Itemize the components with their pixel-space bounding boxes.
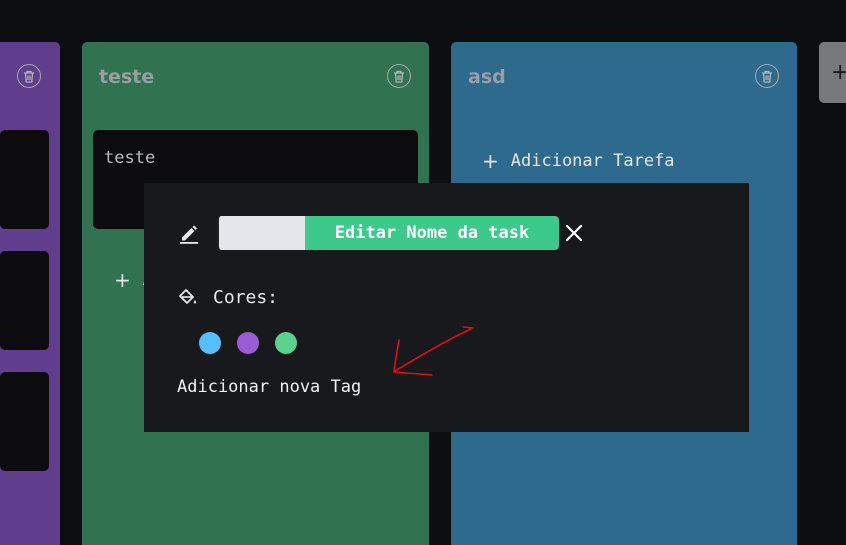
task-card[interactable] (0, 372, 49, 471)
paint-bucket-icon (179, 288, 197, 304)
color-swatch-purple[interactable] (237, 332, 259, 354)
plus-icon: + (114, 268, 131, 292)
close-icon (565, 224, 583, 242)
delete-column-button[interactable] (755, 64, 779, 88)
plus-icon: + (482, 149, 499, 173)
add-tag-link[interactable]: Adicionar nova Tag (177, 377, 361, 397)
color-swatch-green[interactable] (275, 332, 297, 354)
column-title: teste (99, 66, 155, 88)
kanban-board: teste teste + A asd + Adicionar Tarefa + (0, 0, 846, 545)
trash-icon (24, 70, 34, 83)
delete-column-button[interactable] (387, 64, 411, 88)
add-task-button[interactable]: + Adicionar Tarefa (482, 149, 675, 173)
task-card[interactable] (0, 251, 49, 350)
colors-label: Cores: (213, 287, 279, 308)
close-modal-button[interactable] (561, 220, 587, 246)
delete-column-button[interactable] (17, 64, 41, 88)
trash-icon (394, 70, 404, 83)
pencil-icon (180, 225, 198, 244)
add-column-button[interactable]: + (819, 42, 846, 103)
edit-task-name-button[interactable]: Editar Nome da task (305, 216, 559, 250)
edit-name-row: Editar Nome da task (178, 216, 587, 250)
colors-row: Cores: (178, 287, 278, 308)
task-card-text: teste (104, 148, 156, 168)
task-name-input[interactable] (217, 216, 305, 250)
task-card[interactable] (0, 130, 49, 229)
color-swatches (199, 332, 297, 354)
column-title: asd (468, 66, 506, 88)
color-swatch-blue[interactable] (199, 332, 221, 354)
trash-icon (762, 70, 772, 83)
add-task-label: Adicionar Tarefa (510, 151, 675, 171)
edit-task-modal: Editar Nome da task Cores: Adicionar nov… (144, 183, 749, 432)
plus-icon: + (831, 60, 846, 85)
